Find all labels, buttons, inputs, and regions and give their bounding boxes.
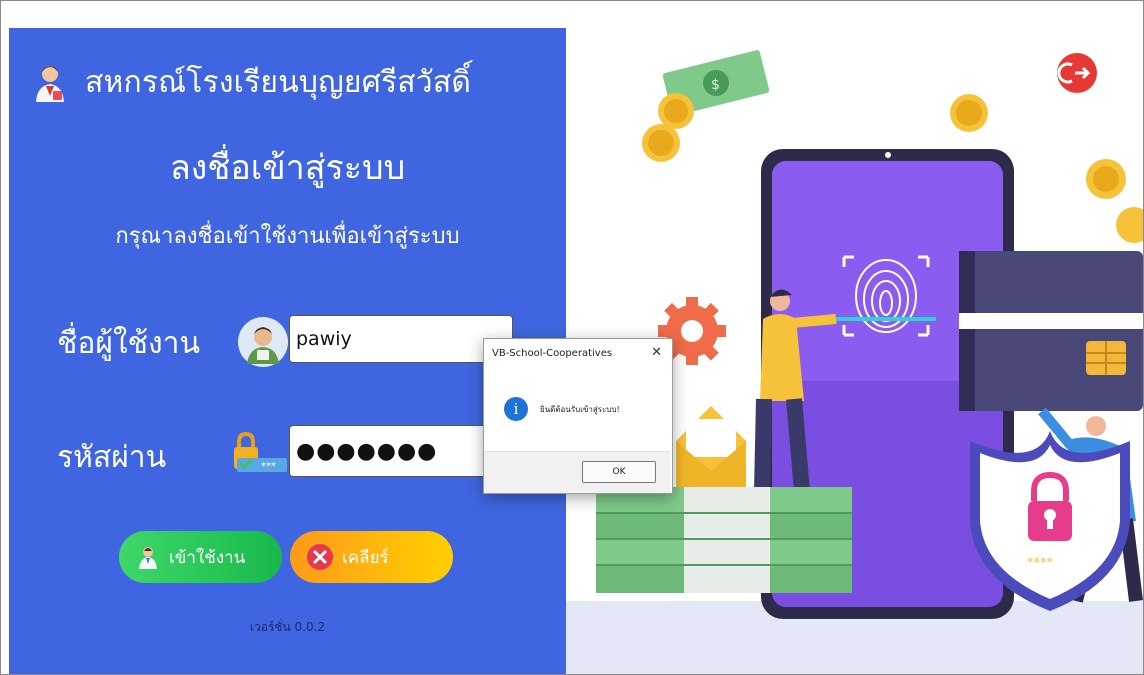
- svg-text:$: $: [711, 77, 720, 93]
- password-label: รหัสผ่าน: [57, 440, 167, 475]
- money-stack-shape: [596, 487, 852, 593]
- app-window: สหกรณ์โรงเรียนบุญยศรีสวัสดิ์ ลงชื่อเข้าส…: [0, 0, 1144, 675]
- org-header: สหกรณ์โรงเรียนบุญยศรีสวัสดิ์: [29, 59, 471, 106]
- login-button[interactable]: เข้าใช้งาน: [119, 531, 282, 583]
- svg-text:***: ***: [261, 461, 276, 472]
- info-icon: i: [504, 397, 528, 421]
- username-input[interactable]: pawiy: [289, 315, 513, 363]
- teacher-avatar-icon: [36, 65, 64, 102]
- clear-button-label: เคลียร์: [342, 547, 389, 568]
- ok-button[interactable]: OK: [582, 461, 656, 483]
- org-name: สหกรณ์โรงเรียนบุญยศรีสวัสดิ์: [85, 65, 472, 100]
- credit-card-icon: [959, 251, 1143, 411]
- dialog-title: VB-School-Cooperatives: [492, 348, 613, 359]
- dialog-message: ยินดีต้อนรับเข้าสู่ระบบ!: [540, 405, 620, 414]
- user-login-icon: [139, 547, 157, 569]
- logout-icon: [1057, 53, 1097, 93]
- password-input[interactable]: ●●●●●●●: [289, 425, 489, 477]
- clear-button[interactable]: เคลียร์: [290, 531, 453, 583]
- page-title: ลงชื่อเข้าสู่ระบบ: [169, 148, 406, 188]
- close-circle-icon: [307, 544, 333, 570]
- close-icon[interactable]: ✕: [651, 345, 662, 360]
- envelope-icon: [676, 406, 746, 493]
- message-dialog: VB-School-Cooperatives ✕ i ยินดีต้อนรับเ…: [483, 338, 673, 494]
- version-text: เวอร์ชั่น 0.0.2: [249, 620, 326, 634]
- page-subtitle: กรุณาลงชื่อเข้าใช้งานเพื่อเข้าสู่ระบบ: [115, 224, 460, 249]
- login-button-label: เข้าใช้งาน: [169, 547, 246, 568]
- password-lock-icon: ***: [234, 432, 287, 472]
- username-label: ชื่อผู้ใช้งาน: [57, 326, 200, 361]
- user-avatar-icon: [238, 317, 288, 367]
- shield-stars: ****: [1027, 556, 1054, 571]
